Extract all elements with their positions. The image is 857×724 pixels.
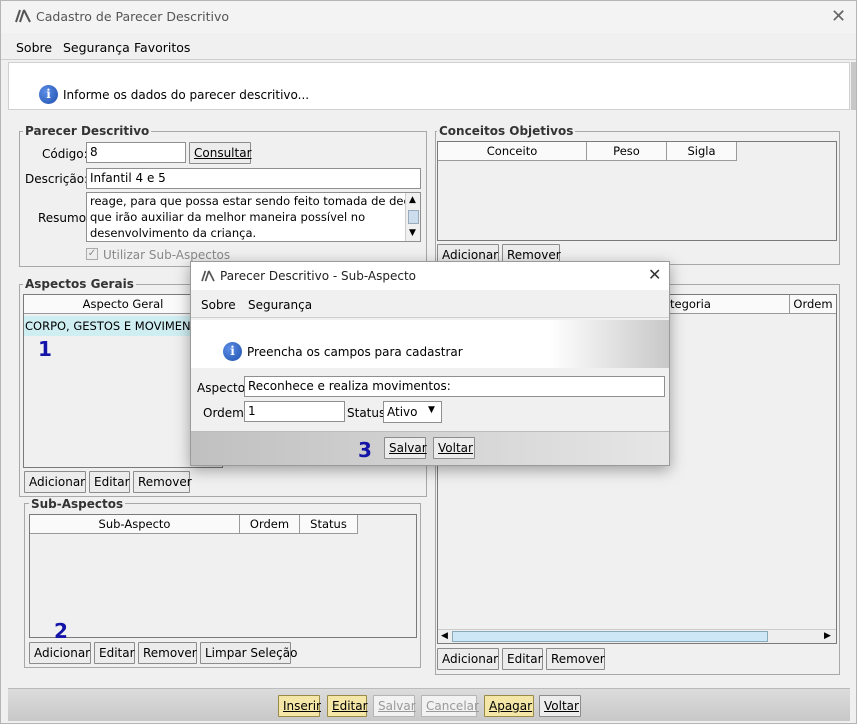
limpar-selecao-button[interactable]: Limpar Seleção: [200, 642, 297, 664]
dialog-menu-seguranca[interactable]: Segurança: [248, 298, 312, 312]
conceitos-group-title: Conceitos Objetivos: [437, 124, 576, 138]
dialog-button-bar: [191, 431, 669, 465]
status-value: Ativo: [387, 405, 418, 419]
horizontal-scrollbar[interactable]: ◀ ▶: [438, 629, 836, 643]
column-header[interactable]: Sub-Aspecto: [30, 515, 240, 534]
aspecto-label: Aspecto:: [197, 381, 250, 395]
editar-button[interactable]: Editar: [327, 695, 368, 717]
dialog-logo-icon: [201, 270, 215, 282]
subaspectos-group-title: Sub-Aspectos: [29, 497, 126, 511]
marker-3: 3: [358, 438, 372, 462]
scroll-down-icon[interactable]: ▼: [409, 228, 416, 238]
parecer-group-title: Parecer Descritivo: [23, 124, 152, 138]
ordem-field[interactable]: 1: [244, 401, 345, 422]
aspectos-adicionar-button[interactable]: Adicionar: [24, 471, 86, 493]
column-header[interactable]: tegoria: [670, 295, 790, 314]
marker-1: 1: [38, 337, 52, 361]
dialog-info-text: Preencha os campos para cadastrar: [247, 345, 463, 359]
resumo-label: Resumo:: [38, 211, 91, 225]
scroll-up-icon[interactable]: ▲: [409, 195, 416, 205]
column-header[interactable]: Peso: [587, 142, 667, 161]
inserir-button[interactable]: Inserir: [278, 695, 321, 717]
editar-label: Editar: [332, 699, 368, 713]
menu-sobre[interactable]: Sobre: [16, 40, 52, 55]
dialog-title-bar: Parecer Descritivo - Sub-Aspecto ✕: [191, 262, 669, 290]
aspecto-cell: CORPO, GESTOS E MOVIMENTOS: [25, 319, 214, 333]
subaspectos-adicionar-button[interactable]: Adicionar: [29, 642, 91, 664]
dialog-menu-bar: Sobre Segurança: [191, 290, 669, 318]
apagar-button[interactable]: Apagar: [484, 695, 534, 717]
utilizar-checkbox[interactable]: ✓: [86, 248, 98, 260]
codigo-label: Código:: [42, 147, 88, 161]
title-bar: Cadastro de Parecer Descritivo ✕: [0, 0, 857, 33]
right-scroll-edge: [851, 62, 856, 110]
dialog-salvar-label: Salvar: [389, 441, 427, 455]
apagar-label: Apagar: [489, 699, 533, 713]
info-text: Informe os dados do parecer descritivo..…: [63, 88, 310, 102]
right-remover-button[interactable]: Remover: [546, 648, 605, 670]
marker-2: 2: [54, 619, 68, 643]
dialog-voltar-button[interactable]: Voltar: [433, 437, 475, 459]
subaspectos-table[interactable]: Sub-Aspecto Ordem Status: [29, 514, 417, 638]
subaspectos-remover-button[interactable]: Remover: [138, 642, 197, 664]
utilizar-label: Utilizar Sub-Aspectos: [103, 248, 231, 262]
inserir-label: Inserir: [283, 699, 321, 713]
column-header[interactable]: Ordem: [790, 295, 836, 314]
info-icon: i: [39, 85, 58, 104]
dialog-salvar-button[interactable]: Salvar: [384, 437, 427, 459]
aspecto-field[interactable]: Reconhece e realiza movimentos:: [244, 376, 665, 397]
window-title: Cadastro de Parecer Descritivo: [36, 9, 230, 24]
ordem-label: Ordem:: [203, 406, 248, 420]
scroll-left-icon[interactable]: ◀: [441, 631, 448, 641]
codigo-field[interactable]: 8: [86, 142, 186, 163]
subaspecto-dialog: Parecer Descritivo - Sub-Aspecto ✕ Sobre…: [190, 261, 670, 466]
resumo-line: que irão auxiliar da melhor maneira poss…: [90, 210, 366, 224]
resumo-scrollbar[interactable]: ▲ ▼: [405, 193, 420, 241]
salvar-button[interactable]: Salvar: [373, 695, 416, 717]
conceitos-table[interactable]: Conceito Peso Sigla: [437, 141, 837, 241]
close-icon[interactable]: ✕: [831, 6, 846, 27]
descricao-label: Descrição:*: [25, 172, 95, 186]
status-select[interactable]: Ativo ▼: [383, 401, 442, 423]
cancelar-button[interactable]: Cancelar: [421, 695, 479, 717]
dialog-voltar-label: Voltar: [438, 441, 473, 455]
cancelar-label: Cancelar: [426, 699, 479, 713]
scroll-right-icon[interactable]: ▶: [824, 631, 831, 641]
voltar-label: Voltar: [544, 699, 579, 713]
right-editar-button[interactable]: Editar: [502, 648, 543, 670]
subaspectos-editar-button[interactable]: Editar: [94, 642, 135, 664]
consultar-label: Consultar: [194, 146, 252, 160]
aspectos-editar-button[interactable]: Editar: [89, 471, 130, 493]
chevron-down-icon: ▼: [428, 405, 435, 415]
aspectos-group-title: Aspectos Gerais: [23, 277, 136, 291]
info-panel: i Informe os dados do parecer descritivo…: [8, 62, 850, 110]
column-header[interactable]: Status: [300, 515, 358, 534]
menu-favoritos[interactable]: Favoritos: [134, 40, 190, 55]
column-header[interactable]: Ordem: [240, 515, 300, 534]
menu-bar: Sobre Segurança Favoritos: [0, 33, 857, 60]
resumo-line: desenvolvimento da criança.: [90, 226, 257, 240]
column-header[interactable]: Sigla: [667, 142, 737, 161]
scroll-thumb[interactable]: [452, 631, 768, 642]
aspectos-remover-button[interactable]: Remover: [133, 471, 192, 493]
right-adicionar-button[interactable]: Adicionar: [437, 648, 499, 670]
dialog-close-icon[interactable]: ✕: [648, 265, 661, 284]
scroll-thumb[interactable]: [408, 210, 419, 224]
resumo-textarea[interactable]: reage, para que possa estar sendo feito …: [86, 192, 421, 242]
dialog-info-icon: i: [223, 342, 242, 361]
resumo-line: reage, para que possa estar sendo feito …: [90, 194, 421, 208]
app-logo-icon: [15, 9, 31, 23]
descricao-field[interactable]: Infantil 4 e 5: [86, 168, 421, 189]
dialog-info-panel: i Preencha os campos para cadastrar: [191, 320, 669, 368]
dialog-title: Parecer Descritivo - Sub-Aspecto: [220, 269, 417, 283]
voltar-button[interactable]: Voltar: [539, 695, 581, 717]
dialog-menu-sobre[interactable]: Sobre: [201, 298, 236, 312]
salvar-label: Salvar: [378, 699, 416, 713]
column-header[interactable]: Conceito: [438, 142, 587, 161]
menu-seguranca[interactable]: Segurança: [63, 40, 130, 55]
consultar-button[interactable]: Consultar: [189, 142, 252, 164]
